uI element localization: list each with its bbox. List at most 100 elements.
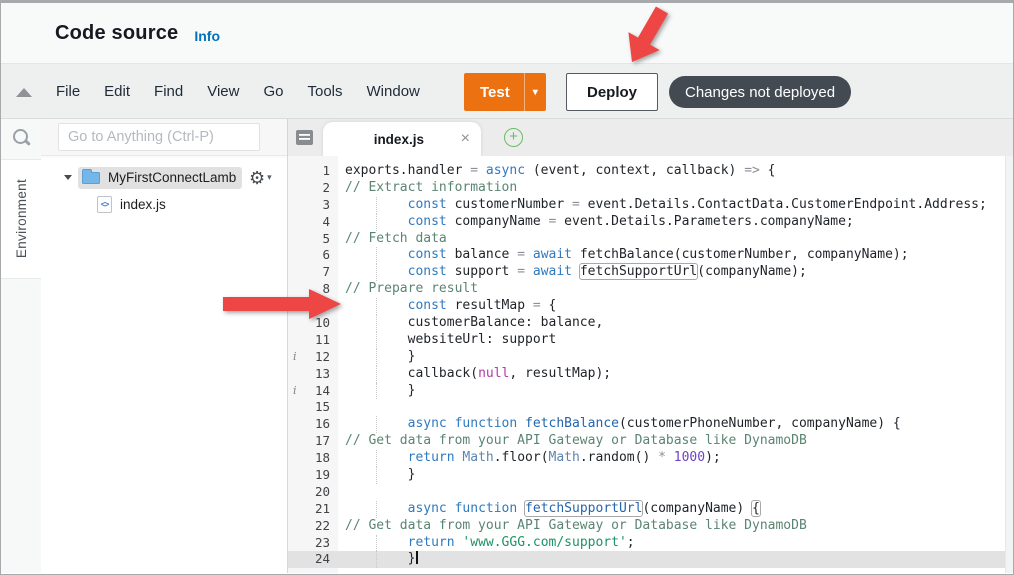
code-line-text[interactable]: } [338,383,1013,400]
code-line-text[interactable]: // Prepare result [338,281,1013,298]
code-line-text[interactable]: } [338,467,1013,484]
code-line[interactable]: 18 return Math.floor(Math.random() * 100… [288,450,1013,467]
line-number: 13 [288,366,338,383]
new-tab-button[interactable]: + [504,128,523,147]
goto-anything-input[interactable] [58,123,260,151]
code-line-text[interactable]: // Get data from your API Gateway or Dat… [338,433,1013,450]
code-line-text[interactable]: // Fetch data [338,231,1013,248]
selected-folder[interactable]: MyFirstConnectLamb [78,167,242,189]
code-line-text[interactable]: // Get data from your API Gateway or Dat… [338,518,1013,535]
line-number: 3 [288,197,338,214]
code-line-text[interactable]: async function fetchSupportUrl(companyNa… [338,501,1013,518]
code-line-text[interactable]: const companyName = event.Details.Parame… [338,214,1013,231]
code-line[interactable]: 21 async function fetchSupportUrl(compan… [288,501,1013,518]
info-link[interactable]: Info [194,28,220,44]
line-number: 21 [288,501,338,518]
code-line[interactable]: 24 } [288,551,1013,568]
menu-item-file[interactable]: File [56,83,80,100]
line-number: 12i [288,349,338,366]
tab-list-icon[interactable] [296,130,313,150]
code-line[interactable]: 16 async function fetchBalance(customerP… [288,416,1013,433]
line-number: 15 [288,399,338,416]
folder-expand-caret-icon[interactable] [64,175,72,180]
code-line-text[interactable]: callback(null, resultMap); [338,366,1013,383]
code-line[interactable]: 12i } [288,349,1013,366]
code-line-text[interactable]: async function fetchBalance(customerPhon… [338,416,1013,433]
indent-guide [376,551,377,568]
editor-scrollbar[interactable] [1005,156,1013,573]
code-line-text[interactable]: const customerNumber = event.Details.Con… [338,197,1013,214]
goto-anything-row [41,119,287,156]
line-number: 24 [288,551,338,568]
menu-item-tools[interactable]: Tools [307,83,342,100]
test-button[interactable]: Test ▾ [464,73,546,111]
code-line[interactable]: 20 [288,484,1013,501]
js-file-icon: <> [97,196,112,213]
code-line[interactable]: 8// Prepare result [288,281,1013,298]
folder-settings-button[interactable]: ⚙ ▾ [249,169,272,187]
code-line-text[interactable]: // Extract information [338,180,1013,197]
test-dropdown-caret[interactable]: ▾ [524,73,546,111]
deploy-button[interactable]: Deploy [566,73,658,111]
file-name: index.js [120,197,166,212]
code-line-text[interactable] [338,399,1013,416]
code-line-text[interactable]: websiteUrl: support [338,332,1013,349]
code-line[interactable]: 1exports.handler = async (event, context… [288,163,1013,180]
code-line-text[interactable]: return 'www.GGG.com/support'; [338,535,1013,552]
code-line[interactable]: 14i } [288,383,1013,400]
line-number: 7 [288,264,338,281]
menu-item-window[interactable]: Window [367,83,420,100]
code-source-panel: Code source Info File Edit Find View Go Tools… [0,0,1014,575]
code-line[interactable]: 23 return 'www.GGG.com/support'; [288,535,1013,552]
code-line[interactable]: 17// Get data from your API Gateway or D… [288,433,1013,450]
line-number: 4 [288,214,338,231]
folder-name: MyFirstConnectLamb [108,170,236,185]
code-line[interactable]: 11 websiteUrl: support [288,332,1013,349]
code-line-text[interactable]: exports.handler = async (event, context,… [338,163,1013,180]
code-line[interactable]: 4 const companyName = event.Details.Para… [288,214,1013,231]
code-line[interactable]: 6 const balance = await fetchBalance(cus… [288,247,1013,264]
code-line-text[interactable]: const support = await fetchSupportUrl(co… [338,264,1013,281]
search-icon [12,128,31,147]
menu-item-edit[interactable]: Edit [104,83,130,100]
menu-item-find[interactable]: Find [154,83,183,100]
code-line-text[interactable]: } [338,349,1013,366]
code-line-text[interactable]: const resultMap = { [338,298,1013,315]
code-line[interactable]: 10 customerBalance: balance, [288,315,1013,332]
code-line-text[interactable] [338,484,1013,501]
test-button-label[interactable]: Test [464,73,524,111]
line-number: 19 [288,467,338,484]
indent-guide [376,197,377,214]
tree-file-row[interactable]: <> index.js [41,191,287,218]
indent-guide [376,535,377,552]
tree-folder-row[interactable]: MyFirstConnectLamb ⚙ ▾ [41,164,287,191]
indent-guide [376,416,377,433]
panel-header: Code source Info [1,3,1013,63]
code-line-text[interactable]: return Math.floor(Math.random() * 1000); [338,450,1013,467]
code-line[interactable]: 13 callback(null, resultMap); [288,366,1013,383]
editor-menu-bar: File Edit Find View Go Tools Window Test ▾ Dep… [1,63,1013,119]
code-line[interactable]: 15 [288,399,1013,416]
badge-label: Changes not deployed [685,84,835,101]
code-line-text[interactable]: } [338,551,1013,568]
code-line[interactable]: 2// Extract information [288,180,1013,197]
code-line[interactable]: 19 } [288,467,1013,484]
code-line-text[interactable]: const balance = await fetchBalance(custo… [338,247,1013,264]
code-line-text[interactable]: customerBalance: balance, [338,315,1013,332]
tab-close-icon[interactable]: × [461,131,470,147]
code-line[interactable]: 22// Get data from your API Gateway or D… [288,518,1013,535]
tab-indexjs[interactable]: index.js × [323,122,481,156]
line-number: 23 [288,535,338,552]
code-line[interactable]: 9 const resultMap = { [288,298,1013,315]
file-tree: MyFirstConnectLamb ⚙ ▾ <> index.js [41,156,287,218]
code-line[interactable]: 5// Fetch data [288,231,1013,248]
menu-item-view[interactable]: View [207,83,239,100]
environment-tab[interactable]: Environment [1,159,41,279]
code-line[interactable]: 3 const customerNumber = event.Details.C… [288,197,1013,214]
gear-icon: ⚙ [249,169,265,187]
code-area[interactable]: 1exports.handler = async (event, context… [288,156,1013,573]
code-line[interactable]: 7 const support = await fetchSupportUrl(… [288,264,1013,281]
collapse-panel-icon[interactable] [16,88,32,97]
menu-item-go[interactable]: Go [263,83,283,100]
line-number: 17 [288,433,338,450]
